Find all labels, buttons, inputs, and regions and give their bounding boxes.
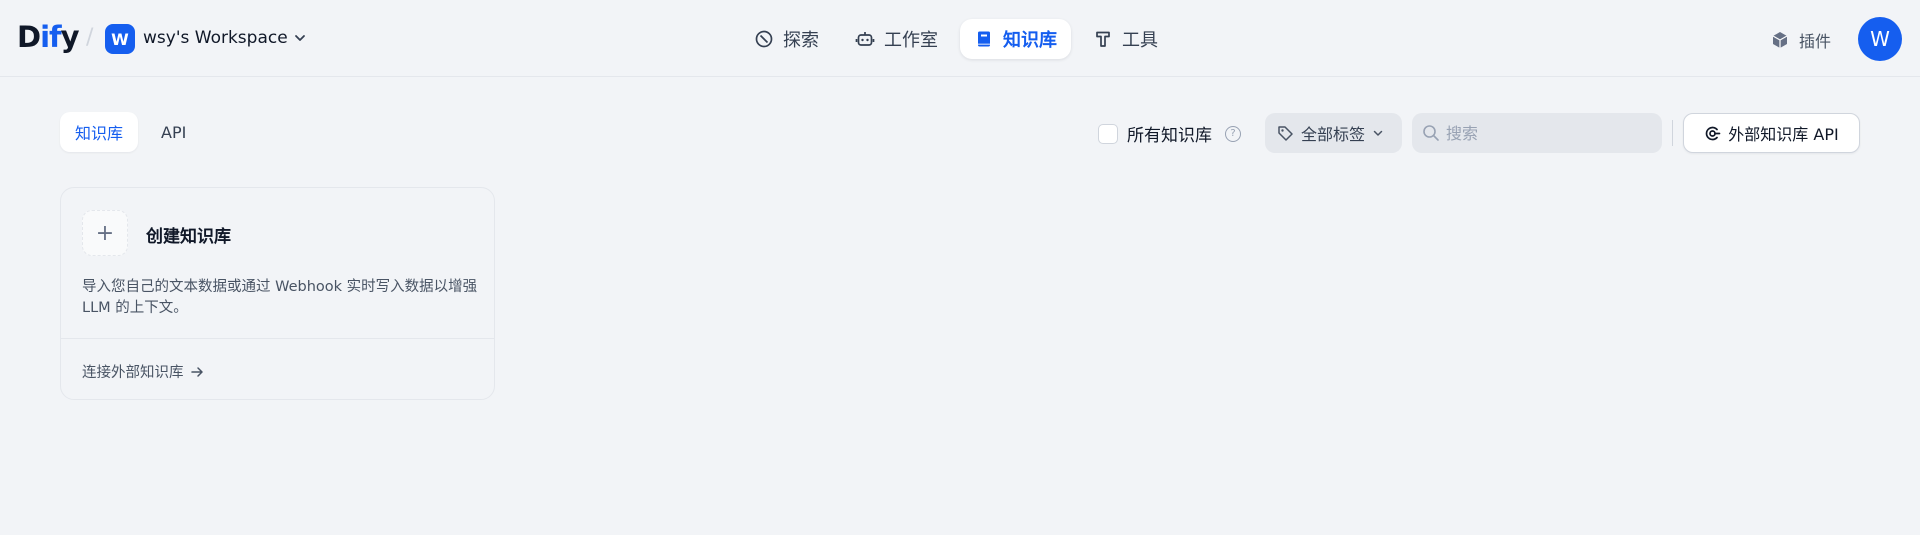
user-avatar[interactable]: W	[1858, 17, 1902, 61]
main-nav: 探索 工作室 知识库 工具	[740, 19, 1172, 59]
dataset-tabs: 知识库 API	[60, 112, 201, 152]
external-api-button[interactable]: 外部知识库 API	[1683, 113, 1860, 153]
logo-text-2: if	[40, 20, 62, 54]
nav-knowledge[interactable]: 知识库	[960, 19, 1071, 59]
nav-studio-label: 工作室	[884, 30, 938, 51]
nav-studio[interactable]: 工作室	[841, 19, 952, 59]
hammer-icon	[1096, 31, 1110, 47]
help-icon[interactable]: ?	[1225, 125, 1241, 142]
plugins-button[interactable]: 插件	[1770, 28, 1831, 52]
top-header: Dif y / W wsy's Workspace 探索 工作室 知识库 工具 插…	[0, 0, 1920, 77]
all-knowledge-toggle[interactable]: 所有知识库 ?	[1098, 121, 1241, 146]
workspace-avatar[interactable]: W	[105, 24, 135, 54]
external-api-label: 外部知识库 API	[1728, 125, 1839, 144]
nav-explore[interactable]: 探索	[740, 19, 833, 59]
card-divider	[61, 338, 494, 339]
dify-logo[interactable]: Dif y	[17, 20, 80, 54]
nav-tools[interactable]: 工具	[1079, 19, 1172, 59]
nav-knowledge-label: 知识库	[1003, 30, 1057, 51]
book-icon	[978, 31, 990, 47]
chevron-down-icon	[1373, 130, 1383, 136]
compass-icon	[755, 30, 773, 48]
create-knowledge-description: 导入您自己的文本数据或通过 Webhook 实时写入数据以增强 LLM 的上下文…	[82, 279, 478, 316]
search-input[interactable]	[1446, 123, 1646, 143]
chevron-down-icon	[294, 35, 305, 41]
breadcrumb-separator: /	[86, 25, 94, 50]
create-knowledge-card[interactable]: + 创建知识库 导入您自己的文本数据或通过 Webhook 实时写入数据以增强 …	[60, 187, 495, 400]
workspace-selector[interactable]: wsy's Workspace	[143, 28, 306, 48]
nav-explore-label: 探索	[783, 30, 819, 51]
create-knowledge-title: 创建知识库	[146, 227, 231, 247]
tag-icon	[1278, 125, 1293, 141]
plus-icon: +	[82, 210, 128, 256]
plugins-label: 插件	[1799, 32, 1832, 51]
logo-text-1: D	[17, 20, 41, 54]
cube-icon	[1772, 32, 1788, 48]
all-knowledge-label: 所有知识库	[1127, 126, 1212, 146]
nav-tools-label: 工具	[1122, 30, 1158, 51]
toolbar-divider	[1672, 120, 1673, 146]
search-box	[1412, 113, 1662, 153]
api-connection-icon	[1706, 126, 1721, 140]
logo-text-3: y	[60, 20, 80, 54]
connect-external-knowledge-link[interactable]: 连接外部知识库	[82, 361, 204, 382]
search-icon	[1423, 125, 1439, 141]
connect-external-label: 连接外部知识库	[82, 365, 184, 381]
tab-api[interactable]: API	[146, 112, 201, 152]
tag-filter-select[interactable]: 全部标签	[1265, 113, 1402, 153]
arrow-right-icon	[190, 366, 203, 377]
robot-icon	[855, 32, 875, 46]
tag-filter-label: 全部标签	[1301, 125, 1366, 144]
workspace-name: wsy's Workspace	[143, 28, 288, 48]
tab-knowledge[interactable]: 知识库	[60, 112, 139, 152]
all-knowledge-checkbox[interactable]	[1098, 123, 1118, 144]
